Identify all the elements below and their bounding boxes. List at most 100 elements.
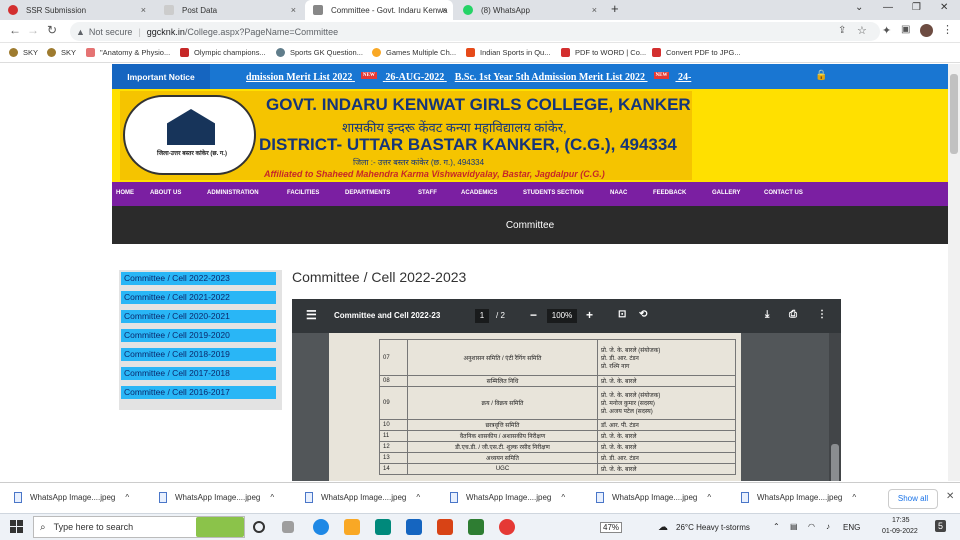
zoom-input[interactable]: 100% (547, 309, 577, 323)
nav-feedback[interactable]: FEEDBACK (653, 190, 686, 196)
nav-students-section[interactable]: STUDENTS SECTION (523, 190, 584, 196)
menu-icon[interactable]: ☰ (306, 308, 317, 322)
bookmark-item[interactable]: SKY (9, 48, 38, 57)
print-icon[interactable]: ⎙ (789, 309, 797, 320)
close-icon[interactable]: × (592, 5, 597, 15)
close-icon[interactable]: × (291, 5, 296, 15)
bookmark-item[interactable]: SKY (47, 48, 76, 57)
pdf-scrollbar[interactable] (829, 333, 841, 481)
download-item[interactable]: WhatsApp Image....jpeg ^ (596, 492, 711, 503)
close-icon[interactable]: ✕ (946, 491, 954, 502)
forward-icon[interactable]: → (27, 23, 39, 37)
edge-icon[interactable] (313, 519, 329, 535)
tab-whatsapp[interactable]: (8) WhatsApp × (455, 0, 603, 20)
bookmark-item[interactable]: Indian Sports in Qu... (466, 48, 550, 57)
page-scrollbar[interactable] (948, 64, 960, 481)
excel-icon[interactable] (468, 519, 484, 535)
download-item[interactable]: WhatsApp Image....jpeg ^ (450, 492, 565, 503)
notice-marquee[interactable]: dmission Merit List 2022 NEW 26-AUG-2022… (246, 72, 691, 83)
avatar[interactable] (920, 24, 933, 37)
bookmark-item[interactable]: PDF to WORD | Co... (561, 48, 646, 57)
nav-contact-us[interactable]: CONTACT US (764, 190, 803, 196)
word-icon[interactable] (406, 519, 422, 535)
rotate-icon[interactable]: ⟲ (639, 309, 647, 320)
chevron-up-icon[interactable]: ^ (852, 493, 856, 502)
tab-search-icon[interactable]: ⌄ (855, 2, 863, 13)
nav-departments[interactable]: DEPARTMENTS (345, 190, 390, 196)
language-indicator[interactable]: ENG (843, 523, 860, 532)
nav-home[interactable]: HOME (116, 190, 134, 196)
windows-start-icon[interactable] (10, 520, 23, 533)
task-view-icon[interactable] (282, 521, 294, 533)
tab-committee[interactable]: Committee - Govt. Indaru Kenwa × (305, 0, 453, 20)
cortana-icon[interactable] (253, 521, 265, 533)
nav-academics[interactable]: ACADEMICS (461, 190, 497, 196)
side-panel-icon[interactable]: ▣ (901, 24, 910, 35)
scrollbar-thumb[interactable] (950, 74, 958, 154)
close-icon[interactable]: × (442, 5, 447, 15)
star-icon[interactable]: ☆ (857, 24, 867, 37)
sidebar-link-2017-2018[interactable]: Committee / Cell 2017-2018 (121, 367, 276, 380)
tray-chevron-icon[interactable]: ⌃ (773, 522, 780, 531)
wifi-icon[interactable]: ◠ (808, 522, 815, 531)
chevron-up-icon[interactable]: ^ (270, 493, 274, 502)
nav-naac[interactable]: NAAC (610, 190, 627, 196)
download-item[interactable]: WhatsApp Image....jpeg ^ (14, 492, 129, 503)
sidebar-link-2016-2017[interactable]: Committee / Cell 2016-2017 (121, 386, 276, 399)
network-icon[interactable]: ▤ (790, 522, 798, 531)
nav-gallery[interactable]: GALLERY (712, 190, 740, 196)
bookmark-item[interactable]: Sports GK Question... (276, 48, 363, 57)
tab-ssr-submission[interactable]: SSR Submission × (0, 0, 152, 20)
lock-icon[interactable]: 🔒 (815, 70, 827, 81)
close-window-icon[interactable]: ✕ (940, 2, 948, 13)
extensions-icon[interactable]: ✦ (882, 24, 891, 37)
clock-time[interactable]: 17:35 (892, 517, 910, 524)
bookmark-item[interactable]: Olympic champions... (180, 48, 266, 57)
notice-link[interactable]: B.Sc. 1st Year 5th Admission Merit List … (455, 72, 645, 83)
weather-text[interactable]: 26°C Heavy t-storms (676, 523, 750, 532)
chevron-up-icon[interactable]: ^ (561, 493, 565, 502)
back-icon[interactable]: ← (9, 23, 21, 37)
tab-post-data[interactable]: Post Data × (156, 0, 302, 20)
new-tab-button[interactable]: + (611, 1, 619, 16)
download-item[interactable]: WhatsApp Image....jpeg ^ (741, 492, 856, 503)
download-item[interactable]: WhatsApp Image....jpeg ^ (305, 492, 420, 503)
powerpoint-icon[interactable] (437, 519, 453, 535)
nav-staff[interactable]: STAFF (418, 190, 437, 196)
zoom-out-icon[interactable]: − (530, 308, 537, 322)
url-bar[interactable]: ▲ Not secure | ggcknk.in /College.aspx?P… (70, 22, 880, 41)
nav-administration[interactable]: ADMINISTRATION (207, 190, 259, 196)
reload-icon[interactable]: ↻ (47, 23, 57, 37)
pdf-scrollbar-thumb[interactable] (831, 444, 839, 481)
minimize-icon[interactable]: — (883, 2, 893, 13)
chevron-up-icon[interactable]: ^ (125, 493, 129, 502)
battery-indicator[interactable]: 47% (600, 522, 623, 533)
download-icon[interactable]: ⤓ (765, 309, 769, 320)
nav-facilities[interactable]: FACILITIES (287, 190, 319, 196)
bookmark-item[interactable]: "Anatomy & Physio... (86, 48, 170, 57)
bookmark-item[interactable]: Games Multiple Ch... (372, 48, 456, 57)
sidebar-link-2021-2022[interactable]: Committee / Cell 2021-2022 (121, 291, 276, 304)
clock-date[interactable]: 01-09-2022 (882, 528, 918, 535)
sidebar-link-2018-2019[interactable]: Committee / Cell 2018-2019 (121, 348, 276, 361)
more-options-icon[interactable]: ⋮ (817, 309, 827, 320)
page-number-input[interactable]: 1 (475, 309, 489, 323)
sidebar-link-2022-2023[interactable]: Committee / Cell 2022-2023 (121, 272, 276, 285)
sidebar-link-2020-2021[interactable]: Committee / Cell 2020-2021 (121, 310, 276, 323)
bookmark-item[interactable]: Convert PDF to JPG... (652, 48, 741, 57)
restore-icon[interactable]: ❐ (912, 2, 921, 13)
app-l-icon[interactable] (375, 519, 391, 535)
chrome-icon[interactable] (499, 519, 515, 535)
notice-link[interactable]: dmission Merit List 2022 (246, 72, 352, 83)
sidebar-link-2019-2020[interactable]: Committee / Cell 2019-2020 (121, 329, 276, 342)
share-icon[interactable]: ⇪ (838, 25, 846, 36)
volume-icon[interactable]: ♪ (826, 522, 830, 531)
download-item[interactable]: WhatsApp Image....jpeg ^ (159, 492, 274, 503)
close-icon[interactable]: × (141, 5, 146, 15)
show-all-button[interactable]: Show all (888, 489, 938, 509)
chevron-up-icon[interactable]: ^ (707, 493, 711, 502)
nav-about-us[interactable]: ABOUT US (150, 190, 181, 196)
chevron-up-icon[interactable]: ^ (416, 493, 420, 502)
more-icon[interactable]: ⋮ (942, 23, 953, 36)
zoom-in-icon[interactable]: + (586, 308, 593, 322)
